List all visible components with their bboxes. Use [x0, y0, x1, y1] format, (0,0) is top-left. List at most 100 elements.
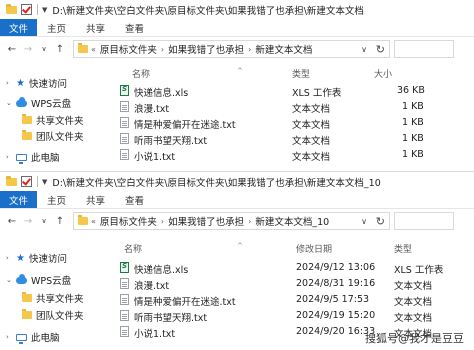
properties-check-icon[interactable]	[21, 176, 32, 187]
address-bar[interactable]: « 原目标文件夹 › 如果我错了也承担 › 新建文本文档 ∨ ↻	[73, 40, 390, 58]
file-type: 文本文档	[292, 152, 331, 163]
chevron-right-icon[interactable]: ›	[161, 45, 164, 54]
search-input[interactable]	[394, 40, 454, 58]
sidebar-item-wps-cloud[interactable]: ⌄ WPS云盘	[6, 273, 71, 287]
folder-icon	[6, 4, 17, 14]
forward-arrow-icon[interactable]: →	[20, 216, 36, 227]
file-type: 文本文档	[394, 281, 433, 292]
chevron-down-icon[interactable]: ⌄	[6, 276, 16, 284]
sidebar-item-team-folder[interactable]: 团队文件夹	[22, 129, 84, 143]
breadcrumb-item[interactable]: 原目标文件夹	[100, 214, 157, 228]
table-row[interactable]: 浪漫.txt 文本文档 1 KB	[112, 99, 474, 115]
txt-file-icon	[120, 117, 129, 128]
table-row[interactable]: 情是种爱偏开在迷途.txt 文本文档 1 KB	[112, 115, 474, 131]
cloud-icon	[16, 273, 27, 284]
chevron-right-icon[interactable]: ›	[6, 254, 16, 262]
forward-arrow-icon[interactable]: →	[20, 44, 36, 55]
address-bar[interactable]: « 原目标文件夹 › 如果我错了也承担 › 新建文本文档_10 ∨ ↻	[73, 212, 390, 230]
up-arrow-icon[interactable]: ↑	[52, 44, 68, 55]
file-type: 文本文档	[292, 104, 331, 115]
txt-file-icon	[120, 101, 129, 112]
file-modified: 2024/9/20 16:33	[296, 326, 376, 337]
tab-file[interactable]: 文件	[0, 191, 38, 208]
tab-view[interactable]: 查看	[115, 19, 154, 36]
search-input[interactable]	[394, 212, 454, 230]
sidebar-item-shared-folder[interactable]: 共享文件夹	[22, 113, 84, 127]
computer-icon	[16, 333, 27, 344]
sidebar-item-quick-access[interactable]: › ★ 快速访问	[6, 76, 67, 91]
folder-icon	[22, 292, 32, 302]
file-name: 浪漫.txt	[134, 104, 170, 115]
chevron-down-icon[interactable]: ∨	[361, 217, 367, 226]
file-size: 1 KB	[402, 149, 424, 160]
table-row[interactable]: 快递信息.xls 2024/9/12 13:06 XLS 工作表	[112, 260, 474, 276]
file-type: 文本文档	[394, 313, 433, 324]
sidebar-item-shared-folder[interactable]: 共享文件夹	[22, 291, 84, 305]
chevron-down-icon[interactable]: ⌄	[6, 99, 16, 107]
ribbon-tabs: 文件 主页 共享 查看	[0, 191, 474, 209]
tab-file[interactable]: 文件	[0, 19, 38, 36]
back-arrow-icon[interactable]: ←	[4, 216, 20, 227]
table-row[interactable]: 小说1.txt 文本文档 1 KB	[112, 147, 474, 163]
breadcrumb-item[interactable]: 如果我错了也承担	[168, 42, 244, 56]
refresh-icon[interactable]: ↻	[376, 215, 385, 228]
chevron-right-icon[interactable]: ›	[6, 79, 16, 87]
sidebar-item-this-pc[interactable]: › 此电脑	[6, 330, 60, 344]
refresh-icon[interactable]: ↻	[376, 43, 385, 56]
breadcrumb-chevron-icon: «	[91, 44, 96, 54]
column-header-size[interactable]: 大小	[374, 67, 392, 80]
table-row[interactable]: 情是种爱偏开在迷途.txt 2024/9/5 17:53 文本文档	[112, 292, 474, 308]
column-header-name[interactable]: 名称	[132, 67, 150, 80]
properties-check-icon[interactable]	[21, 4, 32, 15]
recent-dropdown-icon[interactable]: ∨	[36, 217, 52, 225]
up-arrow-icon[interactable]: ↑	[52, 216, 68, 227]
sidebar-item-this-pc[interactable]: › 此电脑	[6, 150, 60, 164]
cloud-icon	[16, 96, 27, 107]
sidebar-item-label: 团队文件夹	[36, 311, 84, 322]
recent-dropdown-icon[interactable]: ∨	[36, 45, 52, 53]
breadcrumb-item[interactable]: 新建文本文档_10	[255, 214, 329, 228]
tab-share[interactable]: 共享	[76, 191, 115, 208]
breadcrumb-item[interactable]: 原目标文件夹	[100, 42, 157, 56]
column-header-type[interactable]: 类型	[394, 242, 412, 255]
column-header-type[interactable]: 类型	[292, 67, 310, 80]
sidebar-item-quick-access[interactable]: › ★ 快速访问	[6, 251, 67, 266]
txt-file-icon	[120, 149, 129, 160]
explorer-window-bottom: ▼ D:\新建文件夹\空白文件夹\原目标文件夹\如果我错了也承担\新建文本文档_…	[0, 171, 474, 350]
tab-home[interactable]: 主页	[37, 19, 76, 36]
file-size: 1 KB	[402, 133, 424, 144]
breadcrumb-item[interactable]: 新建文本文档	[255, 42, 312, 56]
table-row[interactable]: 听雨书望天翔.txt 文本文档 1 KB	[112, 131, 474, 147]
sidebar-item-team-folder[interactable]: 团队文件夹	[22, 308, 84, 322]
column-header-modified[interactable]: 修改日期	[296, 242, 332, 255]
file-type: 文本文档	[292, 120, 331, 131]
title-bar: ▼ D:\新建文件夹\空白文件夹\原目标文件夹\如果我错了也承担\新建文本文档	[0, 0, 474, 19]
navigation-bar: ← → ∨ ↑ « 原目标文件夹 › 如果我错了也承担 › 新建文本文档_10 …	[0, 209, 474, 233]
sidebar-item-wps-cloud[interactable]: ⌄ WPS云盘	[6, 96, 71, 110]
tab-view[interactable]: 查看	[115, 191, 154, 208]
chevron-right-icon[interactable]: ›	[161, 217, 164, 226]
chevron-down-icon[interactable]: ▼	[42, 6, 47, 14]
ribbon-tabs: 文件 主页 共享 查看	[0, 19, 474, 37]
chevron-right-icon[interactable]: ›	[6, 153, 16, 161]
sidebar-item-label: 快速访问	[28, 79, 67, 90]
chevron-right-icon[interactable]: ›	[6, 333, 16, 341]
table-row[interactable]: 听雨书望天翔.txt 2024/9/19 15:20 文本文档	[112, 308, 474, 324]
column-header-name[interactable]: 名称	[124, 242, 142, 255]
chevron-right-icon[interactable]: ›	[248, 217, 251, 226]
back-arrow-icon[interactable]: ←	[4, 44, 20, 55]
chevron-down-icon[interactable]: ∨	[361, 45, 367, 54]
file-type: 文本文档	[394, 297, 433, 308]
folder-icon	[22, 114, 32, 124]
breadcrumb-item[interactable]: 如果我错了也承担	[168, 214, 244, 228]
file-name: 浪漫.txt	[134, 281, 170, 292]
table-row[interactable]: 快递信息.xls XLS 工作表 36 KB	[112, 83, 474, 99]
chevron-down-icon[interactable]: ▼	[42, 178, 47, 186]
file-size: 36 KB	[397, 85, 425, 96]
folder-icon	[6, 176, 17, 186]
chevron-right-icon[interactable]: ›	[248, 45, 251, 54]
tab-share[interactable]: 共享	[76, 19, 115, 36]
sidebar-item-label: WPS云盘	[31, 99, 72, 110]
table-row[interactable]: 浪漫.txt 2024/8/31 19:16 文本文档	[112, 276, 474, 292]
tab-home[interactable]: 主页	[37, 191, 76, 208]
